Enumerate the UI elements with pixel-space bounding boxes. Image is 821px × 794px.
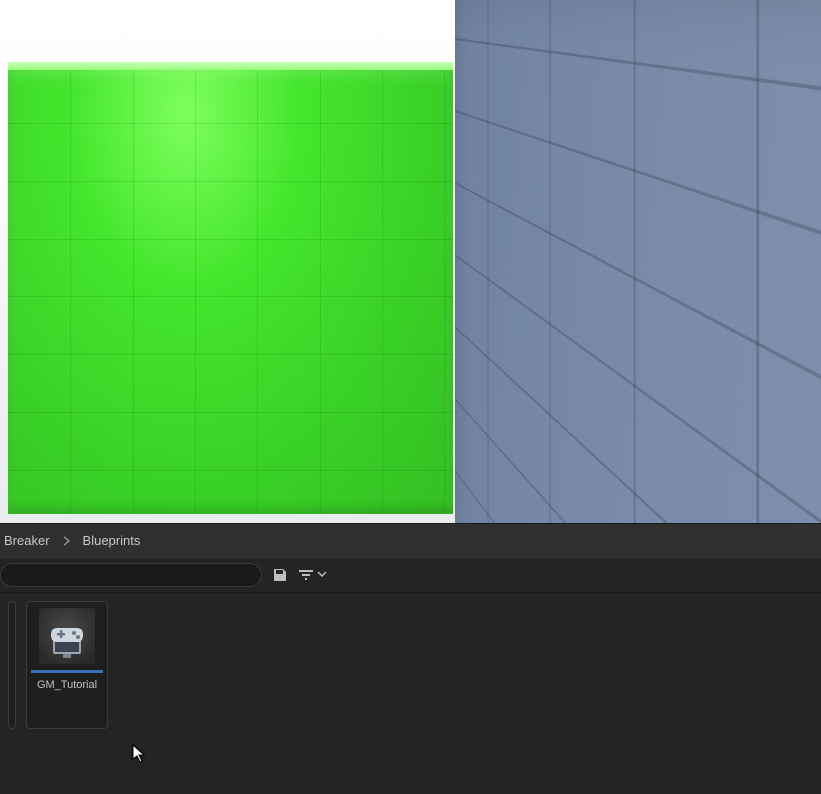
breadcrumb-bar: Breaker Blueprints: [0, 523, 821, 557]
asset-type-stripe: [31, 670, 103, 673]
filter-button[interactable]: [298, 566, 327, 584]
breadcrumb-item-1[interactable]: Blueprints: [79, 533, 145, 548]
chevron-down-icon: [317, 566, 327, 584]
search-input[interactable]: [0, 563, 262, 587]
content-browser-grid[interactable]: GM_Tutorial: [0, 593, 821, 794]
asset-tile-gm-tutorial[interactable]: GM_Tutorial: [26, 601, 108, 729]
wall-mesh: [455, 0, 821, 523]
chevron-right-icon: [62, 536, 71, 546]
gamemode-icon: [39, 608, 95, 664]
asset-label: GM_Tutorial: [37, 679, 97, 692]
viewport-3d[interactable]: [0, 0, 821, 523]
asset-tile-partial[interactable]: [8, 601, 16, 729]
breadcrumb-item-0[interactable]: Breaker: [0, 533, 54, 548]
content-toolbar: [0, 557, 821, 593]
green-cube-mesh[interactable]: [8, 70, 453, 514]
save-icon[interactable]: [270, 565, 290, 585]
